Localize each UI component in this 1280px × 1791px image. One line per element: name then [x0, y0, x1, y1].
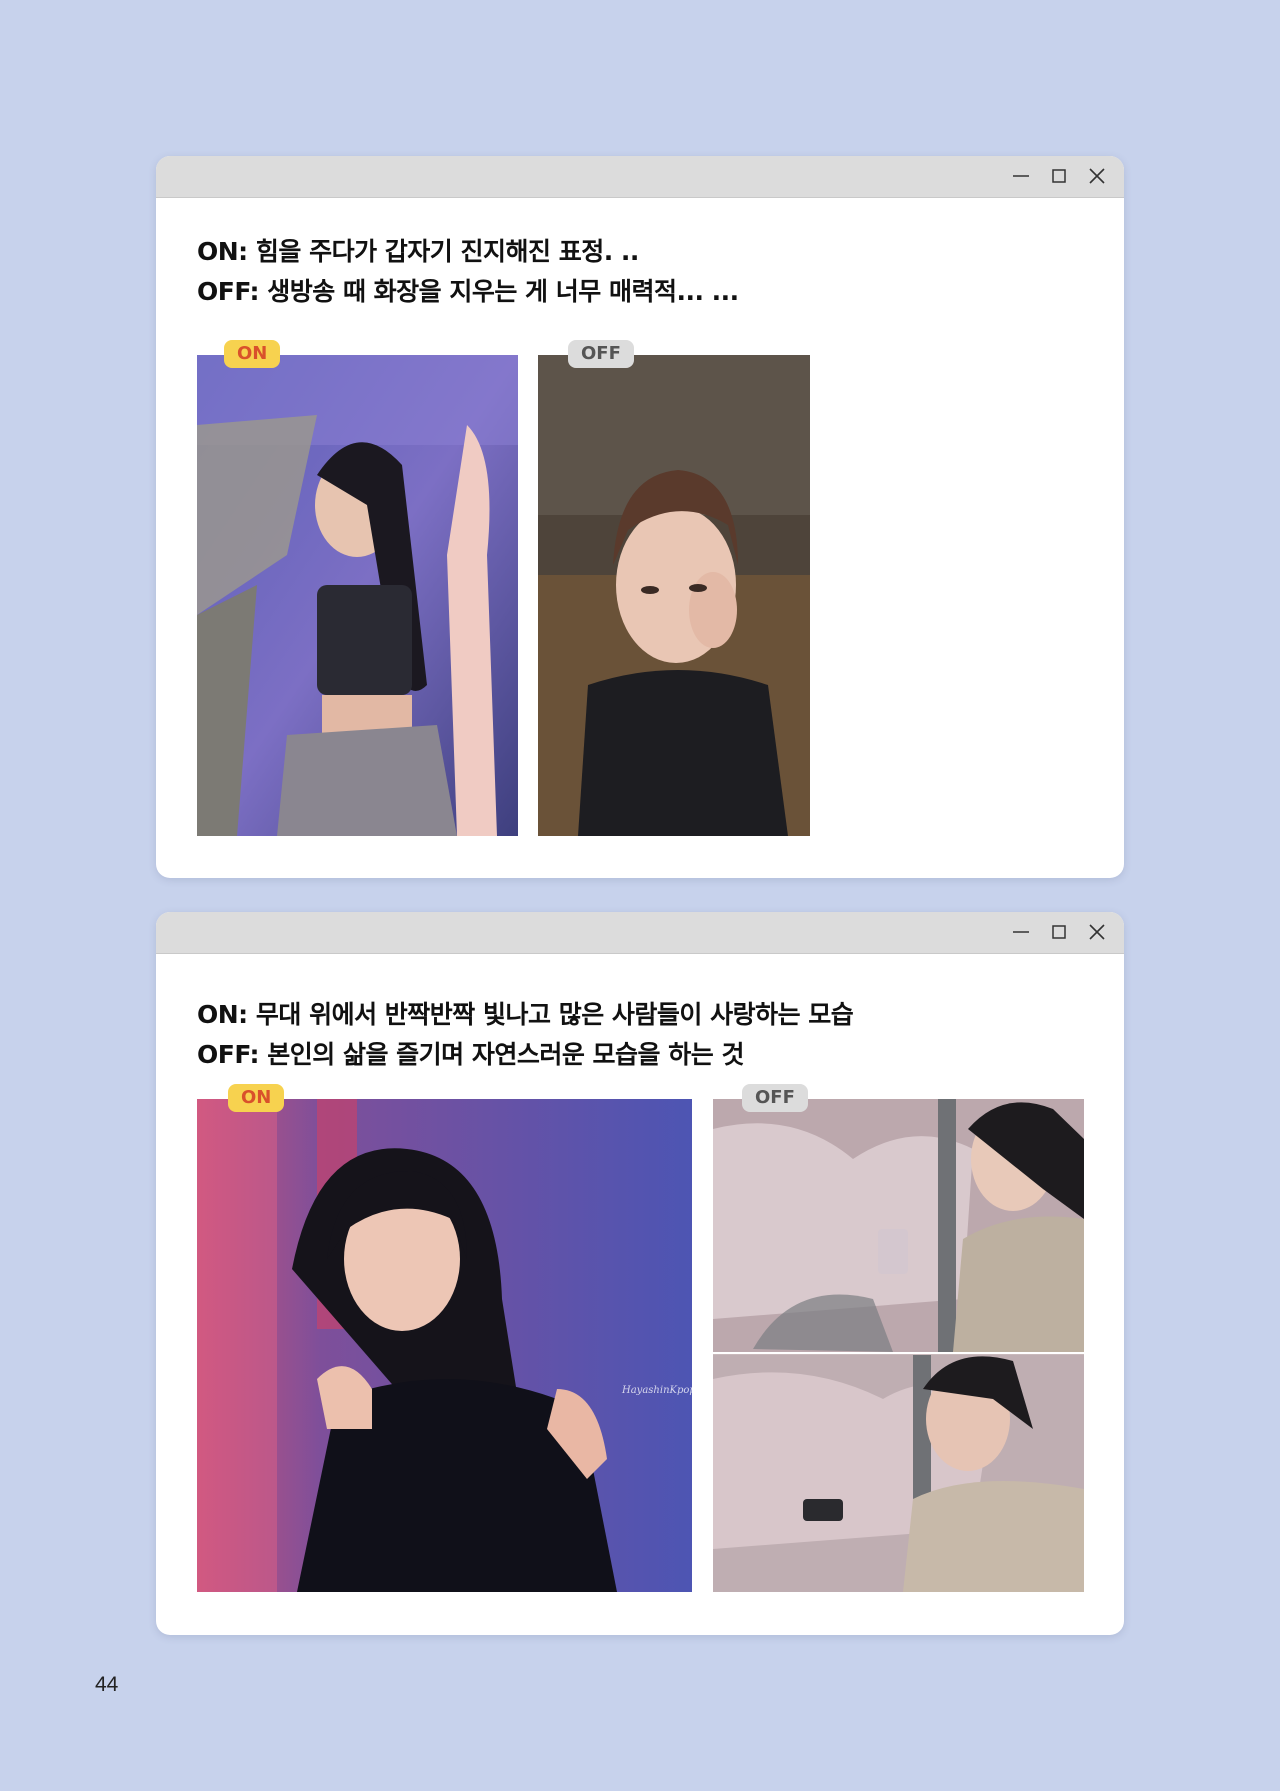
- close-icon[interactable]: [1086, 921, 1108, 943]
- caption: ON: 힘을 주다가 갑자기 진지해진 표정. .. OFF: 생방송 때 화장…: [197, 232, 739, 312]
- off-tag: OFF: [568, 340, 634, 368]
- off-makeup-removal-photo: [538, 355, 810, 836]
- minimize-icon[interactable]: [1010, 165, 1032, 187]
- caption-line-on: ON: 무대 위에서 반짝반짝 빛나고 많은 사람들이 사랑하는 모습: [197, 1000, 854, 1029]
- caption: ON: 무대 위에서 반짝반짝 빛나고 많은 사람들이 사랑하는 모습 OFF:…: [197, 995, 854, 1075]
- close-icon[interactable]: [1086, 165, 1108, 187]
- on-stage-photo: HayashinKpop: [197, 1099, 692, 1592]
- on-stage-photo: [197, 355, 518, 836]
- on-tag: ON: [228, 1084, 285, 1112]
- on-tag: ON: [224, 340, 281, 368]
- minimize-icon[interactable]: [1010, 921, 1032, 943]
- window-card-2: ON: 무대 위에서 반짝반짝 빛나고 많은 사람들이 사랑하는 모습 OFF:…: [156, 912, 1124, 1635]
- off-daily-life-photo-collage: [713, 1099, 1084, 1592]
- off-tag: OFF: [742, 1084, 808, 1112]
- window-card-1: ON: 힘을 주다가 갑자기 진지해진 표정. .. OFF: 생방송 때 화장…: [156, 156, 1124, 878]
- maximize-icon[interactable]: [1048, 921, 1070, 943]
- caption-line-off: OFF: 본인의 삶을 즐기며 자연스러운 모습을 하는 것: [197, 1040, 744, 1069]
- watermark: HayashinKpop: [622, 1385, 692, 1396]
- caption-line-on: ON: 힘을 주다가 갑자기 진지해진 표정. ..: [197, 237, 639, 266]
- maximize-icon[interactable]: [1048, 165, 1070, 187]
- window-titlebar: [156, 912, 1124, 954]
- caption-line-off: OFF: 생방송 때 화장을 지우는 게 너무 매력적... ...: [197, 277, 739, 306]
- page-number: 44: [95, 1673, 119, 1696]
- window-titlebar: [156, 156, 1124, 198]
